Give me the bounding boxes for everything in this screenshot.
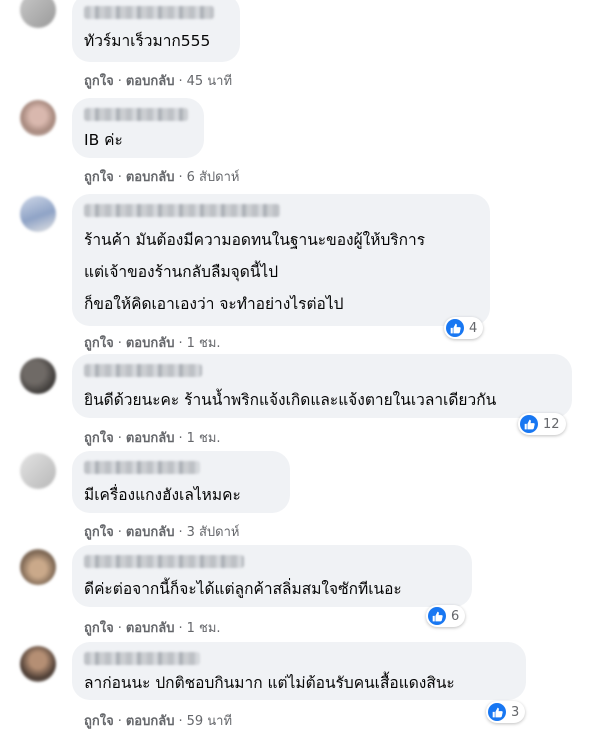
like-thumb-icon <box>488 703 506 721</box>
commenter-name-blurred[interactable] <box>84 364 202 377</box>
comment-bubble: ยินดีด้วยนะคะ ร้านน้ำพริกแจ้งเกิดและแจ้ง… <box>72 354 572 418</box>
comment-actions: ถูกใจ · ตอบกลับ · 1 ชม. <box>84 431 221 446</box>
comment-actions: ถูกใจ · ตอบกลับ · 6 สัปดาห์ <box>84 170 240 185</box>
reply-link[interactable]: ตอบกลับ <box>126 74 175 89</box>
comment-actions: ถูกใจ · ตอบกลับ · 3 สัปดาห์ <box>84 525 240 540</box>
comment-bubble: ดีค่ะต่อจากนี้ก็จะได้แต่ลูกค้าสลิ่มสมใจซ… <box>72 545 472 607</box>
reply-link[interactable]: ตอบกลับ <box>126 621 175 636</box>
like-link[interactable]: ถูกใจ <box>84 170 114 185</box>
reaction-count: 4 <box>469 320 478 336</box>
reply-link[interactable]: ตอบกลับ <box>126 714 175 729</box>
avatar[interactable] <box>20 453 56 489</box>
reaction-count: 12 <box>543 416 560 432</box>
comment-text: ยินดีด้วยนะคะ ร้านน้ำพริกแจ้งเกิดและแจ้ง… <box>84 391 497 409</box>
reply-link[interactable]: ตอบกลับ <box>126 336 175 351</box>
avatar[interactable] <box>20 100 56 136</box>
commenter-name-blurred[interactable] <box>84 555 244 568</box>
comment-bubble: ทัวร์มาเร็วมาก555 <box>72 0 240 62</box>
timestamp[interactable]: 6 สัปดาห์ <box>187 170 240 185</box>
reaction-count: 3 <box>511 704 520 720</box>
commenter-name-blurred[interactable] <box>84 108 188 121</box>
like-link[interactable]: ถูกใจ <box>84 431 114 446</box>
commenter-name-blurred[interactable] <box>84 6 214 19</box>
like-thumb-icon <box>446 319 464 337</box>
commenter-name-blurred[interactable] <box>84 652 200 665</box>
avatar[interactable] <box>20 196 56 232</box>
comment-bubble: ลาก่อนนะ ปกติชอบกินมาก แต่ไม่ต้อนรับคนเส… <box>72 642 526 700</box>
timestamp[interactable]: 1 ชม. <box>187 336 221 351</box>
comment-bubble: IB ค่ะ <box>72 98 204 158</box>
reaction-badge[interactable]: 3 <box>486 701 526 723</box>
like-link[interactable]: ถูกใจ <box>84 74 114 89</box>
comment-text-line: แต่เจ้าของร้านกลับลืมจุดนี้ไป <box>84 263 279 281</box>
reply-link[interactable]: ตอบกลับ <box>126 431 175 446</box>
reply-link[interactable]: ตอบกลับ <box>126 525 175 540</box>
like-link[interactable]: ถูกใจ <box>84 525 114 540</box>
avatar[interactable] <box>20 549 56 585</box>
avatar[interactable] <box>20 358 56 394</box>
avatar[interactable] <box>20 646 56 682</box>
commenter-name-blurred[interactable] <box>84 461 200 474</box>
like-thumb-icon <box>428 607 446 625</box>
like-thumb-icon <box>520 415 538 433</box>
comment-text: ดีค่ะต่อจากนี้ก็จะได้แต่ลูกค้าสลิ่มสมใจซ… <box>84 580 402 598</box>
comment-actions: ถูกใจ · ตอบกลับ · 1 ชม. <box>84 336 221 351</box>
comment-text: มีเครื่องแกงฮังเลไหมคะ <box>84 486 241 504</box>
reaction-badge[interactable]: 4 <box>444 317 484 339</box>
comment-text: IB ค่ะ <box>84 131 123 149</box>
reaction-badge[interactable]: 12 <box>518 413 566 435</box>
comment-text: ทัวร์มาเร็วมาก555 <box>84 32 211 50</box>
comment-actions: ถูกใจ · ตอบกลับ · 1 ชม. <box>84 621 221 636</box>
avatar[interactable] <box>20 0 56 28</box>
commenter-name-blurred[interactable] <box>84 204 280 217</box>
timestamp[interactable]: 3 สัปดาห์ <box>187 525 240 540</box>
comment-text: ลาก่อนนะ ปกติชอบกินมาก แต่ไม่ต้อนรับคนเส… <box>84 674 455 692</box>
comment-actions: ถูกใจ · ตอบกลับ · 45 นาที <box>84 74 233 89</box>
timestamp[interactable]: 45 นาที <box>187 74 232 89</box>
reaction-count: 6 <box>451 608 460 624</box>
timestamp[interactable]: 1 ชม. <box>187 431 221 446</box>
comment-actions: ถูกใจ · ตอบกลับ · 59 นาที <box>84 714 233 729</box>
timestamp[interactable]: 59 นาที <box>187 714 232 729</box>
comment-text-line: ก็ขอให้คิดเอาเองว่า จะทำอย่างไรต่อไป <box>84 295 344 313</box>
reply-link[interactable]: ตอบกลับ <box>126 170 175 185</box>
timestamp[interactable]: 1 ชม. <box>187 621 221 636</box>
reaction-badge[interactable]: 6 <box>426 605 466 627</box>
comment-bubble: มีเครื่องแกงฮังเลไหมคะ <box>72 451 290 513</box>
like-link[interactable]: ถูกใจ <box>84 621 114 636</box>
comment-bubble: ร้านค้า มันต้องมีความอดทนในฐานะของผู้ให้… <box>72 194 490 326</box>
like-link[interactable]: ถูกใจ <box>84 336 114 351</box>
like-link[interactable]: ถูกใจ <box>84 714 114 729</box>
comment-text-line: ร้านค้า มันต้องมีความอดทนในฐานะของผู้ให้… <box>84 231 426 249</box>
